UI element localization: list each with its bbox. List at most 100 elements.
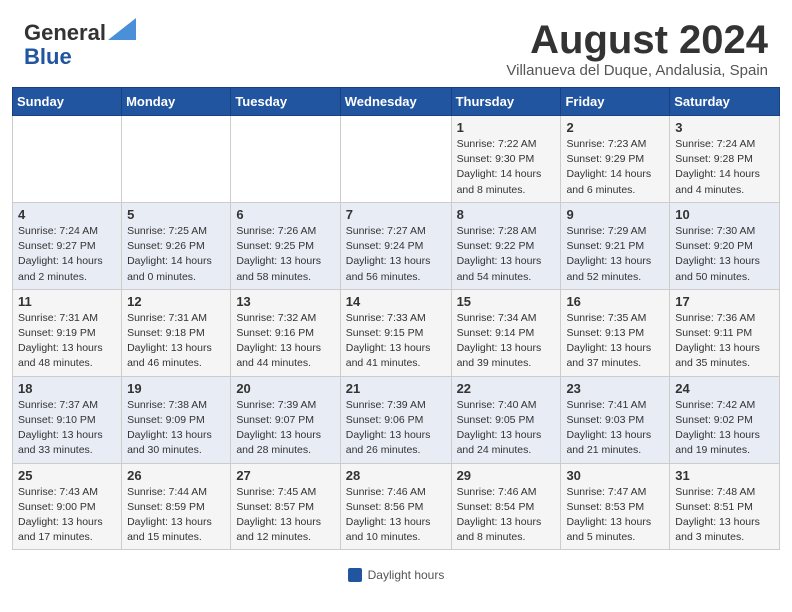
calendar-cell: 16Sunrise: 7:35 AM Sunset: 9:13 PM Dayli… [561,289,670,376]
day-info: Sunrise: 7:32 AM Sunset: 9:16 PM Dayligh… [236,311,334,372]
day-number: 10 [675,207,774,222]
logo-general: General [24,20,106,45]
day-info: Sunrise: 7:28 AM Sunset: 9:22 PM Dayligh… [457,224,556,285]
calendar-cell: 17 Sunrise: 7:36 AM Sunset: 9:11 PM Dayli… [670,289,780,376]
calendar-cell: 11 Sunrise: 7:31 AM Sunset: 9:19 PM Dayli… [13,289,122,376]
month-title: August 2024 [506,18,768,62]
calendar-row: 18 Sunrise: 7:37 AM Sunset: 9:10 PM Dayli… [13,376,780,463]
day-info: Sunrise: 7:24 AM Sunset: 9:28 PM Dayligh… [675,137,774,198]
calendar-cell: 10Sunrise: 7:30 AM Sunset: 9:20 PM Dayli… [670,202,780,289]
day-number: 12 [127,294,225,309]
day-number: 3 [675,120,774,135]
day-number: 19 [127,381,225,396]
day-header: Sunday [13,88,122,116]
day-info: Sunrise: 7:26 AM Sunset: 9:25 PM Dayligh… [236,224,334,285]
calendar-cell: 28 Sunrise: 7:46 AM Sunset: 8:56 PM Dayli… [340,463,451,550]
day-number: 22 [457,381,556,396]
title-block: August 2024 Villanueva del Duque, Andalu… [506,18,768,79]
calendar-cell: 25 Sunrise: 7:43 AM Sunset: 9:00 PM Dayli… [13,463,122,550]
day-info: Sunrise: 7:33 AM Sunset: 9:15 PM Dayligh… [346,311,446,372]
calendar-cell: 1 Sunrise: 7:22 AM Sunset: 9:30 PM Daylig… [451,116,561,203]
day-info: Sunrise: 7:36 AM Sunset: 9:11 PM Dayligh… [675,311,774,372]
day-info: Sunrise: 7:38 AM Sunset: 9:09 PM Dayligh… [127,398,225,459]
day-info: Sunrise: 7:23 AM Sunset: 9:29 PM Dayligh… [566,137,664,198]
calendar-row: 1 Sunrise: 7:22 AM Sunset: 9:30 PM Daylig… [13,116,780,203]
calendar-cell: 3 Sunrise: 7:24 AM Sunset: 9:28 PM Daylig… [670,116,780,203]
day-number: 23 [566,381,664,396]
calendar-cell: 22 Sunrise: 7:40 AM Sunset: 9:05 PM Dayli… [451,376,561,463]
calendar-cell: 27 Sunrise: 7:45 AM Sunset: 8:57 PM Dayli… [231,463,340,550]
day-number: 27 [236,468,334,483]
day-info: Sunrise: 7:48 AM Sunset: 8:51 PM Dayligh… [675,485,774,546]
day-number: 18 [18,381,116,396]
calendar-cell [340,116,451,203]
day-number: 14 [346,294,446,309]
calendar-cell: 21Sunrise: 7:39 AM Sunset: 9:06 PM Dayli… [340,376,451,463]
calendar-row: 4Sunrise: 7:24 AM Sunset: 9:27 PM Daylig… [13,202,780,289]
day-number: 26 [127,468,225,483]
day-info: Sunrise: 7:44 AM Sunset: 8:59 PM Dayligh… [127,485,225,546]
day-info: Sunrise: 7:34 AM Sunset: 9:14 PM Dayligh… [457,311,556,372]
logo-blue: Blue [24,44,72,69]
day-info: Sunrise: 7:25 AM Sunset: 9:26 PM Dayligh… [127,224,225,285]
calendar-row: 11 Sunrise: 7:31 AM Sunset: 9:19 PM Dayli… [13,289,780,376]
day-info: Sunrise: 7:41 AM Sunset: 9:03 PM Dayligh… [566,398,664,459]
day-number: 29 [457,468,556,483]
calendar-cell: 5 Sunrise: 7:25 AM Sunset: 9:26 PM Daylig… [122,202,231,289]
day-number: 31 [675,468,774,483]
day-number: 13 [236,294,334,309]
calendar-cell: 8 Sunrise: 7:28 AM Sunset: 9:22 PM Daylig… [451,202,561,289]
calendar-cell: 7Sunrise: 7:27 AM Sunset: 9:24 PM Daylig… [340,202,451,289]
day-info: Sunrise: 7:45 AM Sunset: 8:57 PM Dayligh… [236,485,334,546]
day-info: Sunrise: 7:37 AM Sunset: 9:10 PM Dayligh… [18,398,116,459]
day-number: 17 [675,294,774,309]
day-number: 11 [18,294,116,309]
day-number: 7 [346,207,446,222]
calendar-header: SundayMondayTuesdayWednesdayThursdayFrid… [13,88,780,116]
day-number: 2 [566,120,664,135]
calendar-cell: 9Sunrise: 7:29 AM Sunset: 9:21 PM Daylig… [561,202,670,289]
calendar-cell: 13 Sunrise: 7:32 AM Sunset: 9:16 PM Dayli… [231,289,340,376]
day-header: Friday [561,88,670,116]
day-number: 9 [566,207,664,222]
day-info: Sunrise: 7:42 AM Sunset: 9:02 PM Dayligh… [675,398,774,459]
logo-icon [108,18,136,40]
day-number: 15 [457,294,556,309]
calendar-wrap: SundayMondayTuesdayWednesdayThursdayFrid… [0,87,792,562]
calendar-cell: 15 Sunrise: 7:34 AM Sunset: 9:14 PM Dayli… [451,289,561,376]
calendar-cell [231,116,340,203]
calendar-cell [122,116,231,203]
day-info: Sunrise: 7:46 AM Sunset: 8:56 PM Dayligh… [346,485,446,546]
day-info: Sunrise: 7:39 AM Sunset: 9:06 PM Dayligh… [346,398,446,459]
calendar-table: SundayMondayTuesdayWednesdayThursdayFrid… [12,87,780,550]
calendar-cell: 4Sunrise: 7:24 AM Sunset: 9:27 PM Daylig… [13,202,122,289]
day-number: 24 [675,381,774,396]
day-number: 8 [457,207,556,222]
day-info: Sunrise: 7:43 AM Sunset: 9:00 PM Dayligh… [18,485,116,546]
calendar-cell: 18 Sunrise: 7:37 AM Sunset: 9:10 PM Dayli… [13,376,122,463]
day-header: Tuesday [231,88,340,116]
calendar-cell [13,116,122,203]
footer: Daylight hours [0,562,792,586]
day-header: Saturday [670,88,780,116]
day-number: 20 [236,381,334,396]
day-header: Monday [122,88,231,116]
calendar-cell: 19 Sunrise: 7:38 AM Sunset: 9:09 PM Dayli… [122,376,231,463]
calendar-cell: 24 Sunrise: 7:42 AM Sunset: 9:02 PM Dayli… [670,376,780,463]
calendar-row: 25 Sunrise: 7:43 AM Sunset: 9:00 PM Dayli… [13,463,780,550]
calendar-cell: 29Sunrise: 7:46 AM Sunset: 8:54 PM Dayli… [451,463,561,550]
day-info: Sunrise: 7:31 AM Sunset: 9:18 PM Dayligh… [127,311,225,372]
day-number: 1 [457,120,556,135]
calendar-cell: 14 Sunrise: 7:33 AM Sunset: 9:15 PM Dayli… [340,289,451,376]
day-info: Sunrise: 7:22 AM Sunset: 9:30 PM Dayligh… [457,137,556,198]
day-info: Sunrise: 7:31 AM Sunset: 9:19 PM Dayligh… [18,311,116,372]
day-header: Thursday [451,88,561,116]
day-info: Sunrise: 7:40 AM Sunset: 9:05 PM Dayligh… [457,398,556,459]
header: General Blue August 2024 Villanueva del … [0,0,792,87]
day-header: Wednesday [340,88,451,116]
day-number: 5 [127,207,225,222]
calendar-cell: 31 Sunrise: 7:48 AM Sunset: 8:51 PM Dayli… [670,463,780,550]
day-number: 25 [18,468,116,483]
day-number: 28 [346,468,446,483]
day-info: Sunrise: 7:24 AM Sunset: 9:27 PM Dayligh… [18,224,116,285]
